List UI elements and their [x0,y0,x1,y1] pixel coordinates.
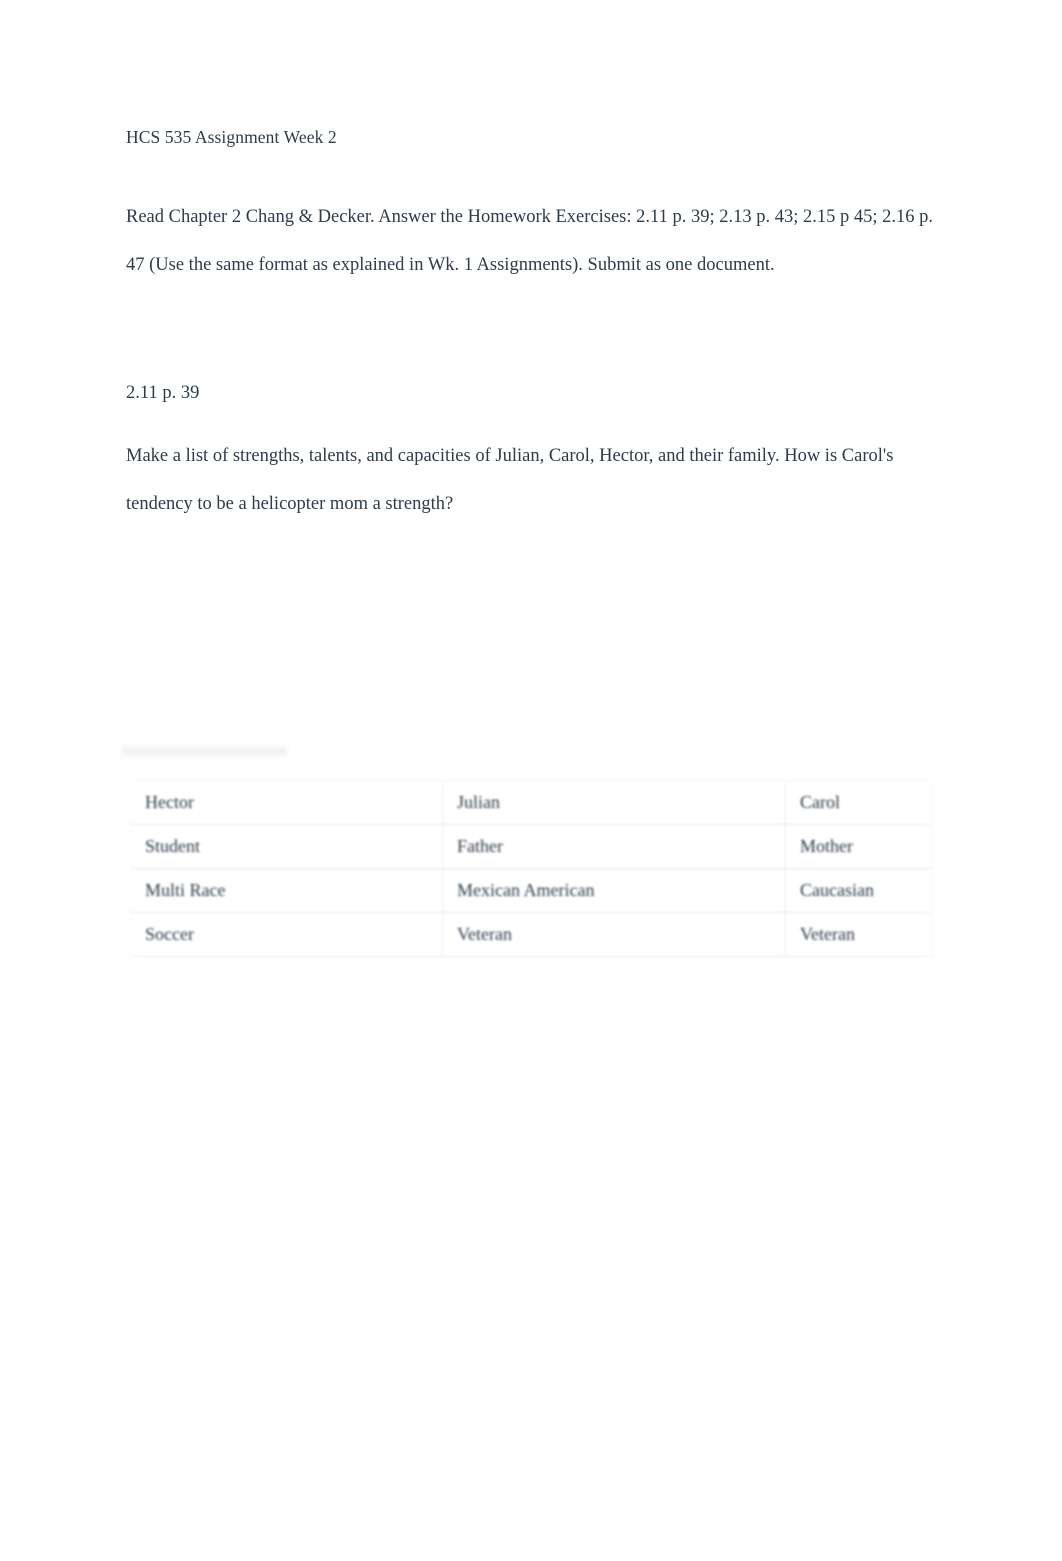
table-cell-col3: Mother [785,824,933,869]
table-cell-col2: Julian [442,780,786,825]
exercise-question-paragraph: Make a list of strengths, talents, and c… [126,446,894,514]
table-row: Multi Race Mexican American Caucasian [130,868,933,913]
table-cell-col1: Soccer [130,912,443,957]
document-page: HCS 535 Assignment Week 2 Read Chapter 2… [0,0,1062,1561]
table-cell-col3: Caucasian [785,868,933,913]
faded-text-artifact [122,745,287,758]
exercise-number-heading: 2.11 p. 39 [126,383,200,403]
table-cell-col2: Veteran [442,912,786,957]
table-cell-col2: Father [442,824,786,869]
strengths-table-container: Hector Julian Carol Student Father Mothe… [120,772,942,972]
table-cell-col1: Multi Race [130,868,443,913]
table-cell-col3: Veteran [785,912,933,957]
assignment-instructions-paragraph: Read Chapter 2 Chang & Decker. Answer th… [126,207,934,275]
table-row: Hector Julian Carol [130,780,933,825]
table-row: Student Father Mother [130,824,933,869]
table-row: Soccer Veteran Veteran [130,912,933,957]
page-title: HCS 535 Assignment Week 2 [126,127,337,147]
table-cell-col1: Student [130,824,443,869]
table-cell-col2: Mexican American [442,868,786,913]
strengths-table: Hector Julian Carol Student Father Mothe… [130,780,933,957]
table-cell-col3: Carol [785,780,933,825]
table-cell-col1: Hector [130,780,443,825]
table-body: Hector Julian Carol Student Father Mothe… [130,780,933,957]
